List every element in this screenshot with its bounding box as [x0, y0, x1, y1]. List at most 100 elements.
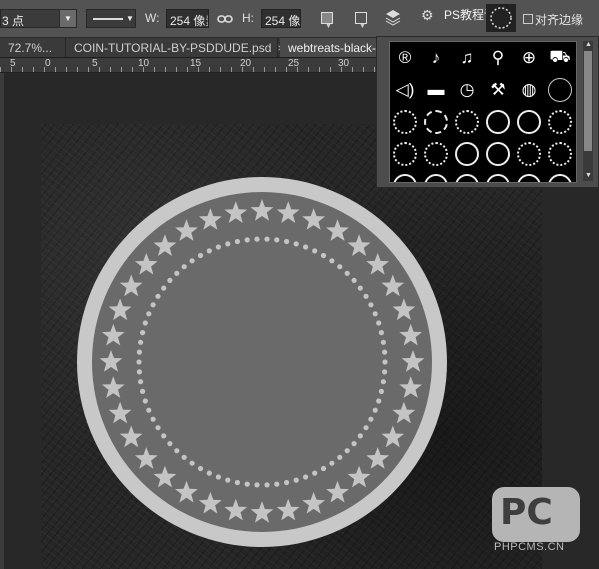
coin-dot — [174, 270, 180, 276]
ring-icon[interactable] — [514, 106, 544, 137]
coin-dot — [293, 477, 299, 483]
custom-shape-picker[interactable]: ® ♪ ♫ ⚲ ⊕ ⛟ ◁) ▬ ◷ ⚒ ◍ ▲ ▼ — [376, 36, 599, 188]
coin-dot — [329, 460, 335, 466]
coin-dot — [161, 285, 167, 291]
ring-icon[interactable] — [483, 170, 513, 182]
watermark-logo: PC — [492, 487, 580, 542]
dotted-ring-shape — [548, 141, 572, 166]
clock-icon[interactable]: ◷ — [452, 74, 482, 105]
coin-dot — [351, 441, 357, 447]
coin-dot — [138, 379, 144, 385]
coin-dot — [357, 433, 363, 439]
coin-dot — [376, 398, 382, 404]
coin-dot — [225, 477, 231, 483]
coin-dot — [244, 481, 250, 487]
coin-dot — [189, 460, 195, 466]
watermark-site: PHPCMS.CN — [494, 541, 565, 553]
coin-dot — [382, 359, 388, 365]
tools-icon[interactable]: ⚒ — [483, 74, 513, 105]
ring-shape — [517, 173, 541, 182]
scroll-down-icon[interactable]: ▼ — [585, 172, 592, 179]
coin-dot — [274, 481, 280, 487]
coin-dot — [167, 441, 173, 447]
coin-dot — [189, 258, 195, 264]
ring-icon[interactable] — [514, 170, 544, 182]
coin-dot — [337, 454, 343, 460]
coin-dot — [303, 244, 309, 250]
coin-dot — [244, 237, 250, 243]
coin-dot — [312, 470, 318, 476]
dotted-ring-shape — [424, 141, 448, 166]
coin-dot — [167, 277, 173, 283]
coin-dot — [320, 465, 327, 472]
coin-dot — [376, 320, 382, 326]
coin-dot — [372, 407, 378, 413]
shopping-cart-icon[interactable]: ⛟ — [545, 42, 575, 73]
coin-dot — [344, 270, 350, 276]
coin-dot — [146, 311, 152, 317]
scroll-thumb[interactable] — [584, 51, 592, 151]
coin-dot — [372, 311, 378, 317]
dotted-ring-icon[interactable] — [421, 138, 451, 169]
shape-picker-scrollbar[interactable]: ▲ ▼ — [583, 41, 593, 181]
shape-grid: ® ♪ ♫ ⚲ ⊕ ⛟ ◁) ▬ ◷ ⚒ ◍ — [389, 41, 577, 183]
coin-dot — [142, 320, 148, 326]
bar-icon[interactable]: ▬ — [421, 74, 451, 105]
dashed-ring-icon[interactable] — [421, 106, 451, 137]
dotted-ring-icon[interactable] — [452, 106, 482, 137]
dotted-ring-shape — [393, 141, 417, 166]
coin-dot — [351, 277, 357, 283]
coin-dot — [150, 302, 156, 308]
circle-frame-icon[interactable] — [545, 74, 575, 105]
coin-dot — [378, 388, 384, 394]
dotted-ring-icon[interactable] — [545, 106, 575, 137]
ring-icon[interactable] — [483, 106, 513, 137]
dotted-ring-icon[interactable] — [390, 138, 420, 169]
coin-dot — [368, 416, 374, 422]
search-icon[interactable]: ⚲ — [483, 42, 513, 73]
coin-dot — [136, 349, 142, 355]
coin-dot — [155, 425, 161, 431]
coin-dot — [181, 264, 187, 270]
coin-dot — [136, 359, 142, 365]
coin-dot — [380, 379, 386, 385]
dotted-ring-shape — [517, 141, 541, 166]
ring-shape — [486, 141, 510, 166]
dotted-ring-icon[interactable] — [545, 138, 575, 169]
coin-dot — [380, 339, 386, 345]
coin-face — [92, 192, 432, 532]
coin-dot — [344, 448, 350, 454]
globe-icon[interactable]: ◍ — [514, 74, 544, 105]
ring-icon[interactable] — [483, 138, 513, 169]
coin-dot — [161, 433, 167, 439]
coin-dot — [136, 369, 142, 375]
coin-dot — [284, 238, 290, 245]
ring-shape — [424, 173, 448, 182]
dashed-ring-shape — [424, 109, 448, 134]
coin-dot — [206, 248, 212, 254]
coin-dot — [234, 238, 240, 245]
ring-icon[interactable] — [421, 170, 451, 182]
coin-dot — [293, 241, 299, 247]
coin-dot — [197, 252, 204, 259]
ring-icon[interactable] — [452, 138, 482, 169]
coin-dot — [382, 369, 388, 375]
ring-icon[interactable] — [452, 170, 482, 182]
ring-icon[interactable] — [545, 170, 575, 182]
ring-icon[interactable] — [390, 170, 420, 182]
music-note-icon[interactable]: ♪ — [421, 42, 451, 73]
speaker-icon[interactable]: ◁) — [390, 74, 420, 105]
coin-dot — [225, 241, 231, 247]
coin-dot — [150, 416, 156, 422]
scroll-up-icon[interactable]: ▲ — [585, 41, 592, 48]
ring-shape — [455, 141, 479, 166]
watermark-logo-text: PC — [500, 492, 553, 533]
globe-search-icon[interactable]: ⊕ — [514, 42, 544, 73]
coin-dot — [368, 302, 374, 308]
dotted-ring-icon[interactable] — [390, 106, 420, 137]
music-notes-icon[interactable]: ♫ — [452, 42, 482, 73]
coin-dot — [254, 482, 260, 488]
coin-dot — [254, 236, 260, 242]
registered-icon[interactable]: ® — [390, 42, 420, 73]
dotted-ring-icon[interactable] — [514, 138, 544, 169]
